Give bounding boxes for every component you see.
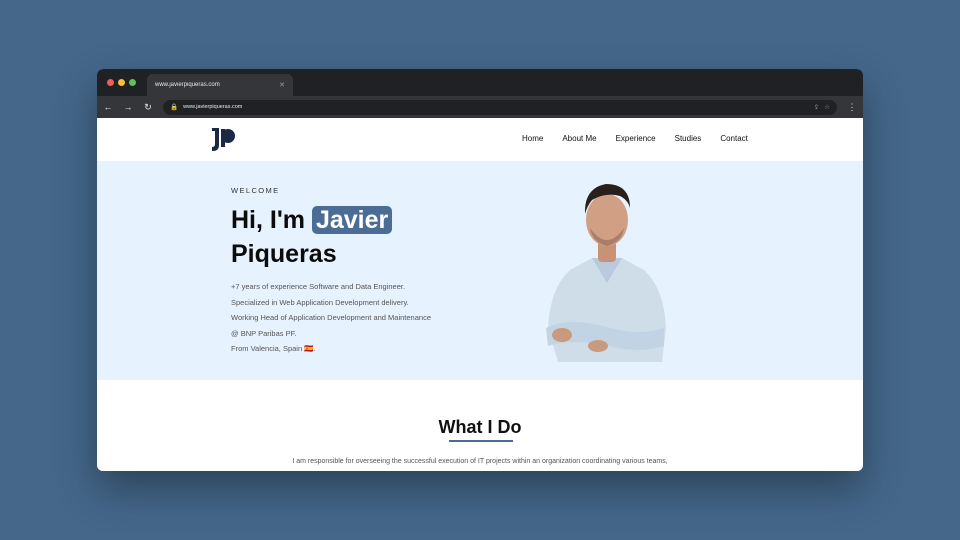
bio-line: Specialized in Web Application Developme… (231, 297, 409, 307)
bio: +7 years of experience Software and Data… (231, 279, 431, 357)
section-description: I am responsible for overseeing the succ… (292, 458, 668, 465)
close-window-button[interactable] (107, 79, 114, 86)
greeting-text: Hi, I'm (231, 206, 312, 234)
bio-line: Working Head of Application Development … (231, 313, 431, 322)
star-icon[interactable]: ☆ (824, 103, 830, 111)
profile-photo (546, 184, 666, 362)
nav-link-about-me[interactable]: About Me (562, 134, 596, 143)
address-bar[interactable]: 🔒 www.javierpiqueras.com ⇪ ☆ (163, 99, 837, 115)
highlighted-name: Javier (311, 206, 393, 234)
bio-line: From Valencia, Spain 🇪🇸. (231, 344, 316, 353)
title-underline (449, 440, 513, 442)
minimize-window-button[interactable] (118, 79, 125, 86)
tab-title: www.javierpiqueras.com (155, 82, 220, 88)
nav-link-contact[interactable]: Contact (720, 134, 748, 143)
nav-links: Home About Me Experience Studies Contact (522, 134, 748, 143)
browser-toolbar: ← → ↻ 🔒 www.javierpiqueras.com ⇪ ☆ ⋮ (97, 96, 863, 118)
browser-tab[interactable]: www.javierpiqueras.com ✕ (147, 74, 293, 96)
nav-link-studies[interactable]: Studies (675, 134, 702, 143)
jp-logo-icon[interactable] (211, 126, 237, 152)
hero-headline: Hi, I'm Javier Piqueras (231, 203, 393, 271)
kebab-menu-icon[interactable]: ⋮ (847, 102, 857, 112)
url-text: www.javierpiqueras.com (183, 104, 243, 110)
surname-text: Piqueras (231, 240, 337, 268)
nav-link-home[interactable]: Home (522, 134, 543, 143)
web-page: Home About Me Experience Studies Contact… (97, 118, 863, 471)
close-icon[interactable]: ✕ (279, 81, 285, 89)
site-nav: Home About Me Experience Studies Contact (97, 118, 863, 161)
section-title: What I Do (438, 417, 522, 437)
tab-bar: www.javierpiqueras.com ✕ (97, 69, 863, 96)
bio-line: @ BNP Paribas PF. (231, 328, 297, 338)
hero-section: WELCOME Hi, I'm Javier Piqueras +7 years… (97, 161, 863, 380)
lock-icon: 🔒 (170, 104, 179, 111)
back-arrow-icon[interactable]: ← (103, 102, 113, 112)
share-icon[interactable]: ⇪ (814, 103, 819, 111)
forward-arrow-icon[interactable]: → (123, 102, 133, 112)
maximize-window-button[interactable] (129, 79, 136, 86)
reload-icon[interactable]: ↻ (143, 102, 153, 112)
bio-line: +7 years of experience Software and Data… (231, 282, 406, 291)
welcome-label: WELCOME (231, 186, 280, 195)
browser-window: www.javierpiqueras.com ✕ ← → ↻ 🔒 www.jav… (97, 69, 863, 471)
nav-link-experience[interactable]: Experience (616, 134, 656, 143)
